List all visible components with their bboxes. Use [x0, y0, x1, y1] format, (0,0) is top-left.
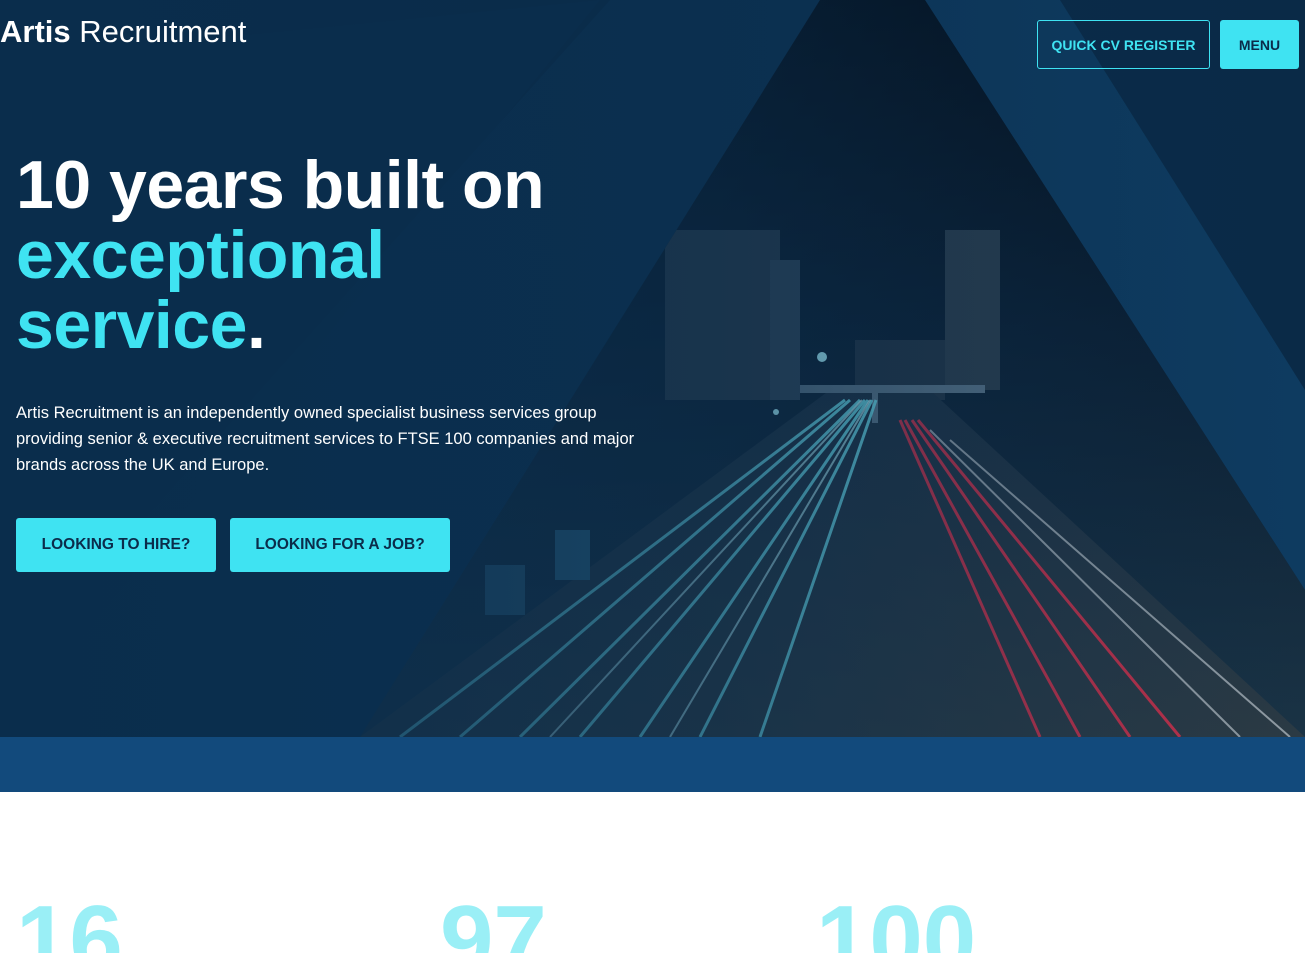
stat-value-1: 16	[16, 886, 123, 953]
logo-bold-text: Artis	[0, 14, 71, 49]
site-logo[interactable]: Artis Recruitment	[0, 14, 246, 50]
headline-line-1: 10 years built on	[16, 147, 545, 223]
looking-for-job-button[interactable]: LOOKING FOR A JOB?	[230, 518, 450, 572]
quick-cv-register-button[interactable]: QUICK CV REGISTER	[1037, 20, 1210, 69]
blue-divider-band	[0, 737, 1305, 792]
headline-period: .	[246, 287, 266, 363]
hero-section: Artis Recruitment QUICK CV REGISTER MENU…	[0, 0, 1305, 737]
menu-button[interactable]: MENU	[1220, 20, 1299, 69]
stat-value-3: 100	[816, 886, 977, 953]
headline-accent-1: exceptional	[16, 217, 385, 293]
hero-background-image	[0, 0, 1305, 737]
hero-headline: 10 years built on exceptional service.	[16, 147, 545, 360]
headline-accent-2-wrap: service.	[16, 290, 544, 360]
stats-section: 16 97 100	[0, 792, 1305, 953]
hero-intro-text: Artis Recruitment is an independently ow…	[16, 404, 635, 474]
looking-to-hire-button[interactable]: LOOKING TO HIRE?	[16, 518, 216, 572]
logo-light-text: Recruitment	[79, 14, 247, 49]
headline-accent-2: service	[16, 287, 247, 363]
stat-value-2: 97	[440, 886, 547, 953]
